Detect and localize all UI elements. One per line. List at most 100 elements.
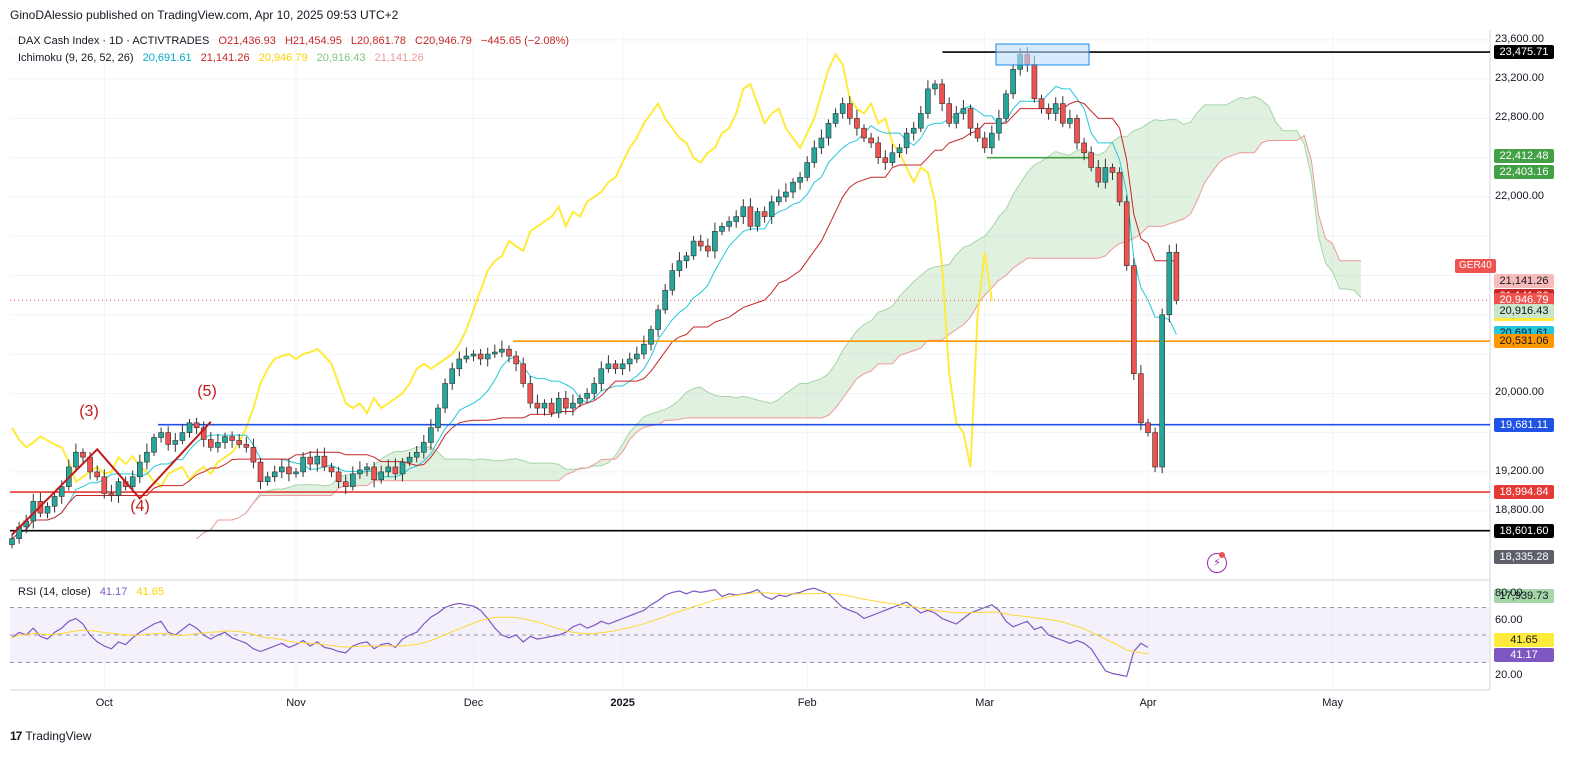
ichimoku-value-3: 20,946.79 (258, 52, 308, 64)
candle-body (342, 481, 349, 487)
candle-body (953, 113, 960, 124)
candle-body (861, 127, 867, 139)
candle-body (775, 196, 782, 203)
ichimoku-value-4: 20,916.43 (316, 52, 366, 64)
candle-body (1102, 167, 1109, 183)
wave-label-3: (3) (79, 403, 99, 420)
candle-body (839, 103, 846, 114)
candle-body (854, 118, 860, 129)
rsi-tick-label: 80.00 (1495, 586, 1523, 599)
candle-body (541, 402, 548, 409)
candle-body (562, 397, 569, 409)
candle-body (477, 353, 484, 360)
candle-body (605, 363, 612, 370)
rsi-tick-label: 20.00 (1495, 669, 1523, 682)
candle-body (633, 353, 640, 360)
y-tick-label: 23,200.00 (1495, 72, 1544, 85)
candle-body (470, 353, 477, 357)
candle-body (513, 355, 519, 365)
candle-body (257, 461, 264, 483)
rsi-axis-label: 41.65 (1494, 633, 1554, 648)
candle-body (1010, 68, 1016, 95)
candle-body (981, 137, 988, 149)
symbol-name[interactable]: DAX Cash Index · 1D · ACTIVTRADES (18, 35, 209, 47)
candle-body (1067, 118, 1073, 124)
ohlc-change: −445.65 (−2.08%) (481, 35, 570, 47)
candle-body (1052, 103, 1059, 114)
candle-body (271, 471, 278, 478)
candle-body (328, 466, 335, 473)
candle-body (491, 351, 498, 355)
candle-body (1031, 64, 1038, 100)
price-axis-label: 20,916.43 (1494, 304, 1554, 319)
x-tick-label: May (1322, 697, 1343, 709)
candle-body (413, 451, 420, 458)
candle-body (1166, 252, 1173, 316)
candle-body (208, 439, 214, 448)
candle-body (1173, 252, 1180, 301)
publish-credit: GinoDAlessio published on TradingView.co… (10, 8, 399, 22)
rsi-name[interactable]: RSI (14, close) (18, 586, 91, 598)
candle-body (846, 103, 853, 119)
candle-body (385, 466, 392, 473)
candle-body (626, 358, 633, 365)
candle-body (534, 402, 541, 409)
candle-body (797, 176, 803, 183)
ichimoku-name[interactable]: Ichimoku (9, 26, 52, 26) (18, 52, 134, 64)
ichimoku-legend: Ichimoku (9, 26, 52, 26) 20,691.61 21,14… (18, 52, 430, 64)
candle-body (783, 191, 789, 198)
candle-body (94, 471, 100, 478)
candle-body (868, 137, 874, 144)
candle-body (278, 466, 285, 473)
tradingview-brand[interactable]: 17 TradingView (10, 729, 91, 743)
candle-body (378, 471, 385, 481)
candle-body (137, 461, 143, 478)
candle-body (790, 181, 796, 193)
candle-body (584, 393, 590, 399)
candle-body (903, 132, 910, 149)
candle-body (463, 355, 470, 360)
candle-body (215, 442, 221, 448)
candle-body (108, 493, 115, 496)
candle-body (1159, 314, 1165, 468)
candle-body (9, 538, 15, 545)
candle-body (818, 137, 825, 149)
candle-body (1123, 201, 1130, 266)
candle-body (151, 437, 157, 453)
lagging-span (11, 52, 993, 489)
candle-body (1152, 432, 1158, 468)
candle-body (371, 466, 377, 481)
y-tick-label: 22,000.00 (1495, 189, 1544, 202)
wave-label-5: (5) (197, 383, 217, 400)
rsi-legend: RSI (14, close) 41.17 41.65 (18, 586, 170, 598)
candle-body (761, 211, 768, 217)
candle-body (1074, 118, 1080, 144)
candle-body (996, 118, 1002, 134)
candle-body (1038, 98, 1045, 109)
x-tick-label: Oct (95, 697, 113, 709)
candle-body (406, 456, 413, 463)
candle-body (712, 231, 718, 252)
y-tick-label: 22,800.00 (1495, 111, 1544, 124)
y-tick-label: 18,800.00 (1495, 504, 1544, 517)
wave-label-4: (4) (130, 498, 150, 515)
candle-body (591, 383, 598, 394)
candle-body (335, 471, 342, 483)
candle-body (747, 206, 754, 227)
ohlc-low: L20,861.78 (350, 35, 406, 47)
rsi-axis-label: 41.17 (1494, 648, 1554, 663)
candle-body (690, 240, 697, 257)
candle-body (925, 88, 931, 114)
price-axis-label: 21,141.26 (1494, 274, 1554, 289)
candle-body (1131, 265, 1137, 374)
x-tick-label: 2025 (610, 697, 635, 709)
price-chart[interactable] (0, 0, 1587, 762)
candle-body (719, 226, 725, 232)
candle-body (527, 383, 534, 404)
symbol-tag: GER40 (1455, 259, 1496, 273)
candle-body (222, 436, 228, 443)
candle-body (804, 162, 811, 178)
candle-body (740, 206, 747, 217)
notification-dot (1219, 552, 1225, 558)
candle-body (115, 481, 122, 496)
